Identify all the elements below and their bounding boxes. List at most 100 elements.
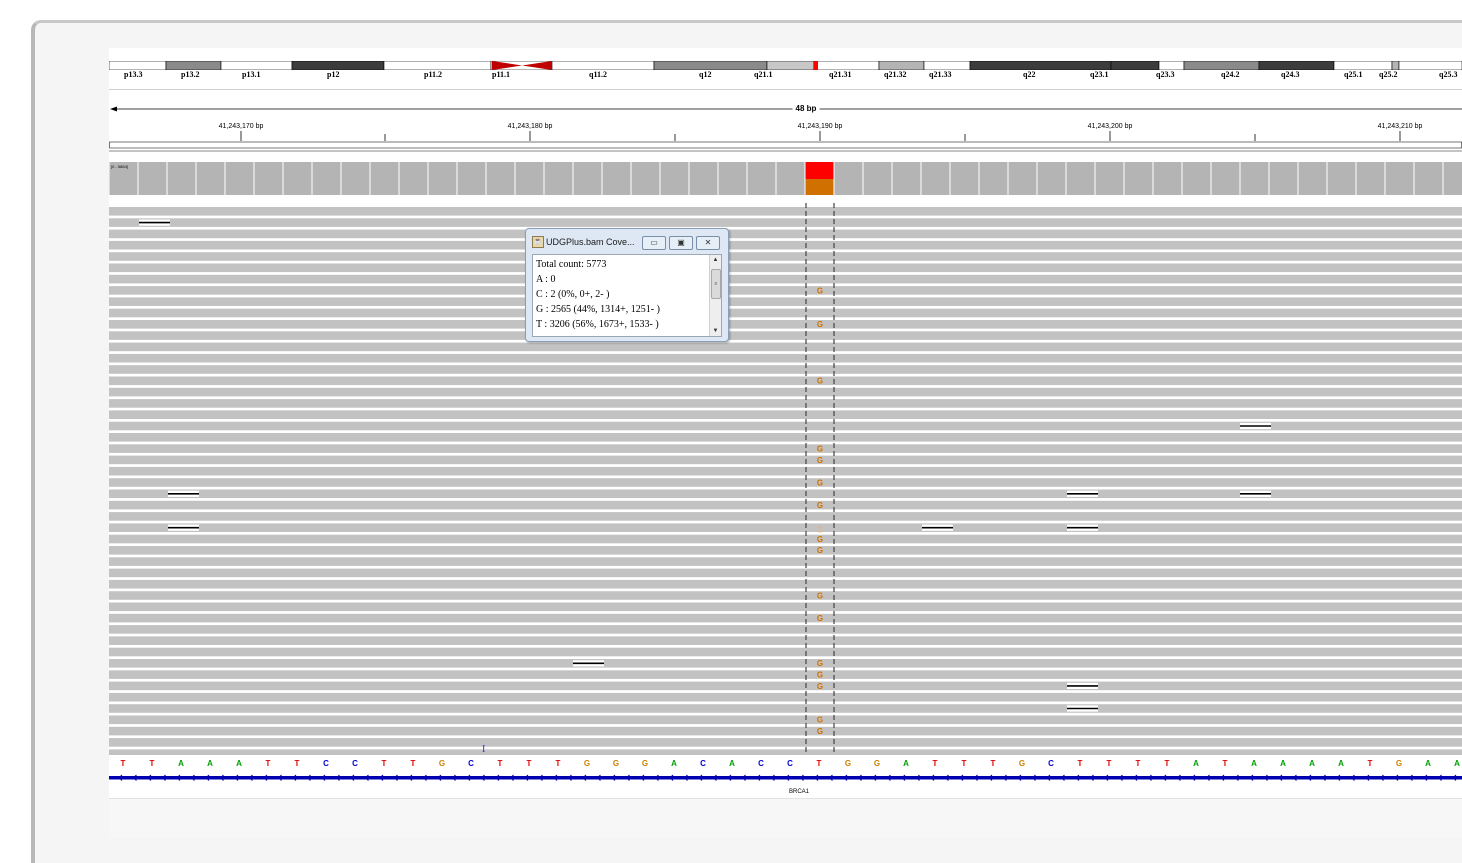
scroll-down-arrow-icon[interactable]: ▼ xyxy=(710,326,721,336)
aligned-read xyxy=(109,399,1462,408)
ideogram-band xyxy=(767,61,814,70)
coverage-bar xyxy=(661,162,689,195)
reference-base: C xyxy=(787,759,793,768)
coverage-bar xyxy=(574,162,602,195)
ideogram-band xyxy=(879,61,924,70)
close-button[interactable]: ✕ xyxy=(696,236,720,250)
java-app-icon: ☕ xyxy=(532,236,544,248)
coverage-bar xyxy=(458,162,486,195)
ideogram-band-label: p13.2 xyxy=(181,70,199,79)
ideogram-band xyxy=(1159,61,1184,70)
reference-base: T xyxy=(498,759,503,768)
coverage-bar xyxy=(1154,162,1182,195)
reference-base: A xyxy=(236,759,242,768)
reference-base: C xyxy=(700,759,706,768)
mismatch-base: G xyxy=(817,591,823,600)
aligned-read xyxy=(109,512,1462,521)
reference-base: A xyxy=(671,759,677,768)
aligned-read xyxy=(109,377,1462,386)
coverage-bar xyxy=(951,162,979,195)
reference-sequence-track: TTAAATTCCTTGCTTTGGGACACCTGGATTTGCTTTTATA… xyxy=(109,756,1462,774)
popup-content[interactable]: Total count: 5773 A : 0 C : 2 (0%, 0+, 2… xyxy=(532,254,722,337)
coverage-bar-ref-fraction xyxy=(806,162,834,179)
reference-base: T xyxy=(556,759,561,768)
reference-base: A xyxy=(207,759,213,768)
coverage-bar-alt-fraction xyxy=(806,179,834,195)
ruler-track[interactable] xyxy=(109,100,1462,152)
mismatch-base: G xyxy=(817,659,823,668)
ruler-coordinate-label: 41,243,180 bp xyxy=(508,123,553,130)
ideogram-band xyxy=(924,61,970,70)
reference-base: A xyxy=(1309,759,1315,768)
coverage-bar xyxy=(1299,162,1327,195)
reference-base: T xyxy=(295,759,300,768)
total-count-line: Total count: 5773 xyxy=(533,257,721,272)
alignment-reads-track[interactable]: GGGGGGGGGGGGGGGGG xyxy=(109,198,1462,755)
coverage-bar xyxy=(197,162,225,195)
mismatch-base: G xyxy=(817,716,823,725)
reference-base: A xyxy=(1251,759,1257,768)
gene-track[interactable] xyxy=(109,774,1462,798)
ideogram-band-label: q21.33 xyxy=(929,70,951,79)
coverage-bar xyxy=(632,162,660,195)
popup-scrollbar[interactable]: ▲ ≡ ▼ xyxy=(709,255,721,336)
reference-base: G xyxy=(584,759,590,768)
reference-base: T xyxy=(266,759,271,768)
c-count-line: C : 2 (0%, 0+, 2- ) xyxy=(533,287,721,302)
reference-base: T xyxy=(1078,759,1083,768)
ideogram-band xyxy=(221,61,292,70)
ideogram-band xyxy=(970,61,1111,70)
scroll-up-arrow-icon[interactable]: ▲ xyxy=(710,255,721,265)
coverage-bar xyxy=(835,162,863,195)
reference-base: C xyxy=(758,759,764,768)
coverage-bars xyxy=(109,162,1462,195)
aligned-read xyxy=(109,241,1462,250)
reference-base: A xyxy=(1193,759,1199,768)
aligned-read xyxy=(109,670,1462,679)
ideogram-band xyxy=(384,61,491,70)
coverage-bar xyxy=(1444,162,1462,195)
minimize-button[interactable]: ▭ xyxy=(642,236,666,250)
ideogram-band-label: q21.1 xyxy=(754,70,772,79)
mismatch-base: G xyxy=(817,286,823,295)
maximize-button[interactable]: ▣ xyxy=(669,236,693,250)
span-label: 48 bp xyxy=(793,104,820,113)
reference-base: T xyxy=(962,759,967,768)
empty-track-area xyxy=(109,798,1462,838)
mismatch-base: G xyxy=(817,614,823,623)
aligned-read xyxy=(109,682,1462,691)
aligned-read xyxy=(109,388,1462,397)
coverage-bar xyxy=(429,162,457,195)
igv-data-panel[interactable]: p13.3p13.2p13.1p12p11.2p11.1q11.2q12q21.… xyxy=(109,48,1462,838)
coverage-bar xyxy=(400,162,428,195)
reference-base: G xyxy=(642,759,648,768)
reference-base: T xyxy=(1223,759,1228,768)
reference-base: A xyxy=(729,759,735,768)
aligned-read xyxy=(109,603,1462,612)
aligned-read xyxy=(109,456,1462,465)
g-count-line: G : 2565 (44%, 1314+, 1251- ) xyxy=(533,302,721,317)
coverage-bar xyxy=(1212,162,1240,195)
aligned-read xyxy=(109,478,1462,487)
coverage-popup-window[interactable]: ☕ UDGPlus.bam Cove... ▭ ▣ ✕ Total count:… xyxy=(525,228,729,342)
ideogram-band-label: p13.1 xyxy=(242,70,260,79)
coverage-bar xyxy=(1386,162,1414,195)
ideogram-band xyxy=(292,61,384,70)
reference-base: A xyxy=(1454,759,1460,768)
reference-base: G xyxy=(845,759,851,768)
ideogram-band xyxy=(1111,61,1159,70)
coverage-bar xyxy=(864,162,892,195)
popup-titlebar[interactable]: ☕ UDGPlus.bam Cove... ▭ ▣ ✕ xyxy=(526,229,728,251)
coverage-bar xyxy=(371,162,399,195)
chromosome-ideogram[interactable] xyxy=(109,61,1462,70)
reference-base: C xyxy=(468,759,474,768)
aligned-read xyxy=(109,444,1462,453)
reference-base: G xyxy=(874,759,880,768)
scroll-thumb[interactable]: ≡ xyxy=(711,269,721,299)
ruler-coordinate-label: 41,243,200 bp xyxy=(1088,123,1133,130)
ideogram-band-label: q23.3 xyxy=(1156,70,1174,79)
ideogram-band-label: q25.3 xyxy=(1439,70,1457,79)
aligned-read xyxy=(109,636,1462,645)
reference-base: T xyxy=(1368,759,1373,768)
coverage-track[interactable]: [0 - 5864] xyxy=(109,162,1462,195)
